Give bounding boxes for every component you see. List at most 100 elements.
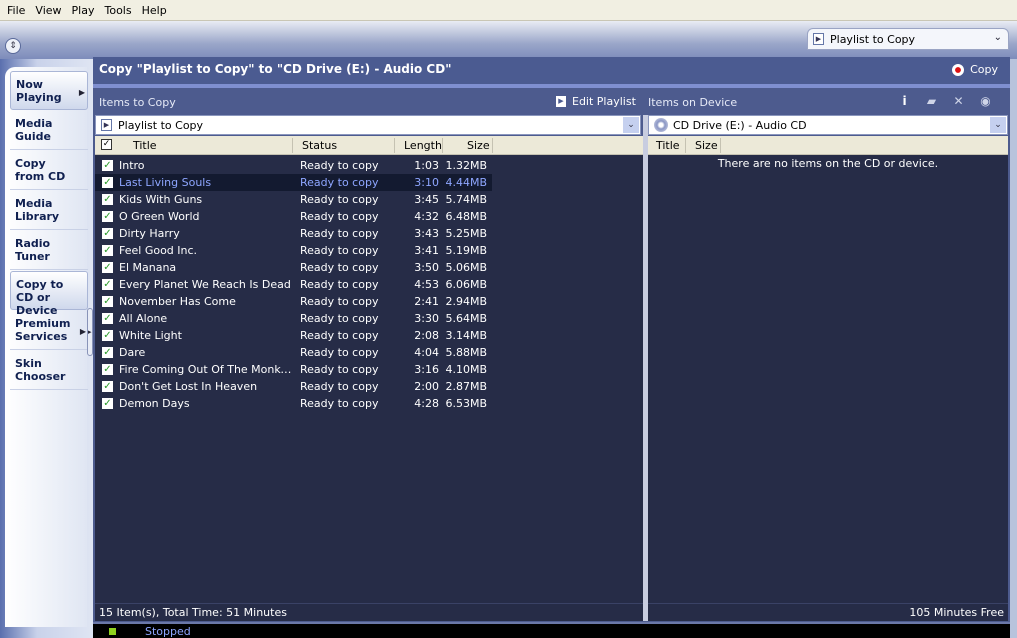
sidebar-item-copy-from-cd[interactable]: Copy from CD (10, 151, 88, 190)
table-row[interactable]: ✓ All Alone Ready to copy 3:30 5.64MB (95, 310, 492, 327)
row-checkbox[interactable]: ✓ (102, 211, 113, 222)
row-checkbox[interactable]: ✓ (102, 398, 113, 409)
track-status: Ready to copy (300, 397, 379, 410)
track-status: Ready to copy (300, 193, 379, 206)
toggle-taskbar-icon[interactable]: ⇕ (5, 38, 21, 54)
playlist-combo-value: Playlist to Copy (118, 118, 204, 132)
playlist-selector[interactable]: ▶ Playlist to Copy ⌄ (807, 28, 1009, 50)
col-size[interactable]: Size (695, 139, 718, 152)
sidebar-item-skin-chooser[interactable]: Skin Chooser (10, 351, 88, 390)
table-row[interactable]: ✓ Intro Ready to copy 1:03 1.32MB (95, 157, 492, 174)
track-title: Dare (119, 346, 146, 359)
menu-file[interactable]: File (2, 4, 30, 17)
table-row[interactable]: ✓ Demon Days Ready to copy 4:28 6.53MB (95, 395, 492, 412)
track-length: 2:41 (414, 295, 439, 308)
sidebar-item-radio-tuner[interactable]: Radio Tuner (10, 231, 88, 270)
col-title[interactable]: Title (656, 139, 680, 152)
row-checkbox[interactable]: ✓ (102, 330, 113, 341)
row-checkbox[interactable]: ✓ (102, 177, 113, 188)
col-size[interactable]: Size (467, 139, 490, 152)
track-length: 3:45 (414, 193, 439, 206)
header-stripe (93, 84, 1010, 88)
track-size: 5.64MB (445, 312, 487, 325)
playlist-selector-value: Playlist to Copy (830, 32, 916, 46)
table-row[interactable]: ✓ White Light Ready to copy 2:08 3.14MB (95, 327, 492, 344)
cd-erase-icon[interactable]: ◉ (978, 94, 993, 109)
chevron-down-icon: ⌄ (993, 32, 1002, 43)
panel-header: Copy "Playlist to Copy" to "CD Drive (E:… (93, 57, 1010, 84)
playlist-combo[interactable]: ▶ Playlist to Copy ⌄ (95, 115, 641, 135)
table-row[interactable]: ✓ Every Planet We Reach Is Dead Ready to c… (95, 276, 492, 293)
row-checkbox[interactable]: ✓ (102, 296, 113, 307)
device-combo[interactable]: CD Drive (E:) - Audio CD ⌄ (648, 115, 1008, 135)
status-led-icon (109, 628, 116, 635)
row-checkbox[interactable]: ✓ (102, 364, 113, 375)
menu-help[interactable]: Help (137, 4, 172, 17)
select-all-checkbox[interactable]: ✓ (101, 139, 112, 150)
sidebar-item-label: Media Library (15, 197, 60, 223)
table-row[interactable]: ✓ Dare Ready to copy 4:04 5.88MB (95, 344, 492, 361)
status-bar: Stopped (93, 622, 1010, 638)
folder-icon[interactable]: ▰ (924, 94, 939, 109)
row-checkbox[interactable]: ✓ (102, 160, 113, 171)
table-row[interactable]: ✓ Don't Get Lost In Heaven Ready to copy 2:… (95, 378, 492, 395)
device-combo-value: CD Drive (E:) - Audio CD (673, 118, 807, 132)
track-title: November Has Come (119, 295, 236, 308)
row-checkbox[interactable]: ✓ (102, 347, 113, 358)
table-row[interactable]: ✓ El Manana Ready to copy 3:50 5.06MB (95, 259, 492, 276)
track-status: Ready to copy (300, 278, 379, 291)
track-length: 4:04 (414, 346, 439, 359)
track-status: Ready to copy (300, 176, 379, 189)
sidebar-item-media-guide[interactable]: Media Guide (10, 111, 88, 150)
table-row[interactable]: ✓ November Has Come Ready to copy 2:41 2.94M… (95, 293, 492, 310)
chevron-down-icon[interactable]: ⌄ (990, 117, 1006, 133)
row-checkbox[interactable]: ✓ (102, 279, 113, 290)
copy-button[interactable]: Copy (952, 63, 998, 76)
page-title: Copy "Playlist to Copy" to "CD Drive (E:… (99, 62, 452, 76)
sidebar-item-media-library[interactable]: Media Library (10, 191, 88, 230)
sidebar-item-now-playing[interactable]: Now Playing ▶ (10, 71, 88, 110)
row-checkbox[interactable]: ✓ (102, 381, 113, 392)
arrow-right-icon: ▶ (79, 327, 86, 336)
col-title[interactable]: Title (133, 139, 157, 152)
sidebar-item-label: Copy from CD (15, 157, 66, 183)
device-items-list: There are no items on the CD or device. (648, 155, 1008, 603)
table-row[interactable]: ✓ Kids With Guns Ready to copy 3:45 5.74MB (95, 191, 492, 208)
track-status: Ready to copy (300, 159, 379, 172)
edit-playlist-button[interactable]: ▶ Edit Playlist (556, 95, 636, 108)
info-icon[interactable]: i (897, 94, 912, 109)
menu-play[interactable]: Play (67, 4, 100, 17)
table-row[interactable]: ✓ Feel Good Inc. Ready to copy 3:41 5.19MB (95, 242, 492, 259)
table-row[interactable]: ✓ Last Living Souls Ready to copy 3:10 4.44M… (95, 174, 492, 191)
track-title: Feel Good Inc. (119, 244, 198, 257)
track-length: 4:28 (414, 397, 439, 410)
col-length[interactable]: Length (404, 139, 442, 152)
right-column-header: Title Size (648, 136, 1008, 155)
sidebar-item-label: Skin Chooser (15, 357, 66, 383)
track-title: Every Planet We Reach Is Dead (119, 278, 291, 291)
row-checkbox[interactable]: ✓ (102, 313, 113, 324)
menu-view[interactable]: View (30, 4, 66, 17)
row-checkbox[interactable]: ✓ (102, 194, 113, 205)
sidebar-item-premium-services[interactable]: Premium Services ▶ (10, 311, 88, 350)
track-status: Ready to copy (300, 244, 379, 257)
menu-tools[interactable]: Tools (99, 4, 136, 17)
table-row[interactable]: ✓ Dirty Harry Ready to copy 3:43 5.25MB (95, 225, 492, 242)
sidebar-item-label: Premium Services (15, 317, 71, 343)
row-checkbox[interactable]: ✓ (102, 228, 113, 239)
col-status[interactable]: Status (302, 139, 337, 152)
delete-icon[interactable]: ✕ (951, 94, 966, 109)
left-footer: 15 Item(s), Total Time: 51 Minutes (95, 603, 643, 621)
table-row[interactable]: ✓ Fire Coming Out Of The Monkey's... Ready… (95, 361, 492, 378)
sidebar-item-copy-to-cd-or-device[interactable]: Copy to CD or Device (10, 271, 88, 317)
row-checkbox[interactable]: ✓ (102, 245, 113, 256)
track-length: 3:43 (414, 227, 439, 240)
track-status: Ready to copy (300, 380, 379, 393)
track-title: Dirty Harry (119, 227, 180, 240)
table-row[interactable]: ✓ O Green World Ready to copy 4:32 6.48MB (95, 208, 492, 225)
chevron-down-icon[interactable]: ⌄ (623, 117, 639, 133)
track-title: Last Living Souls (119, 176, 212, 189)
record-icon (952, 63, 965, 76)
row-checkbox[interactable]: ✓ (102, 262, 113, 273)
empty-message: There are no items on the CD or device. (717, 157, 939, 170)
